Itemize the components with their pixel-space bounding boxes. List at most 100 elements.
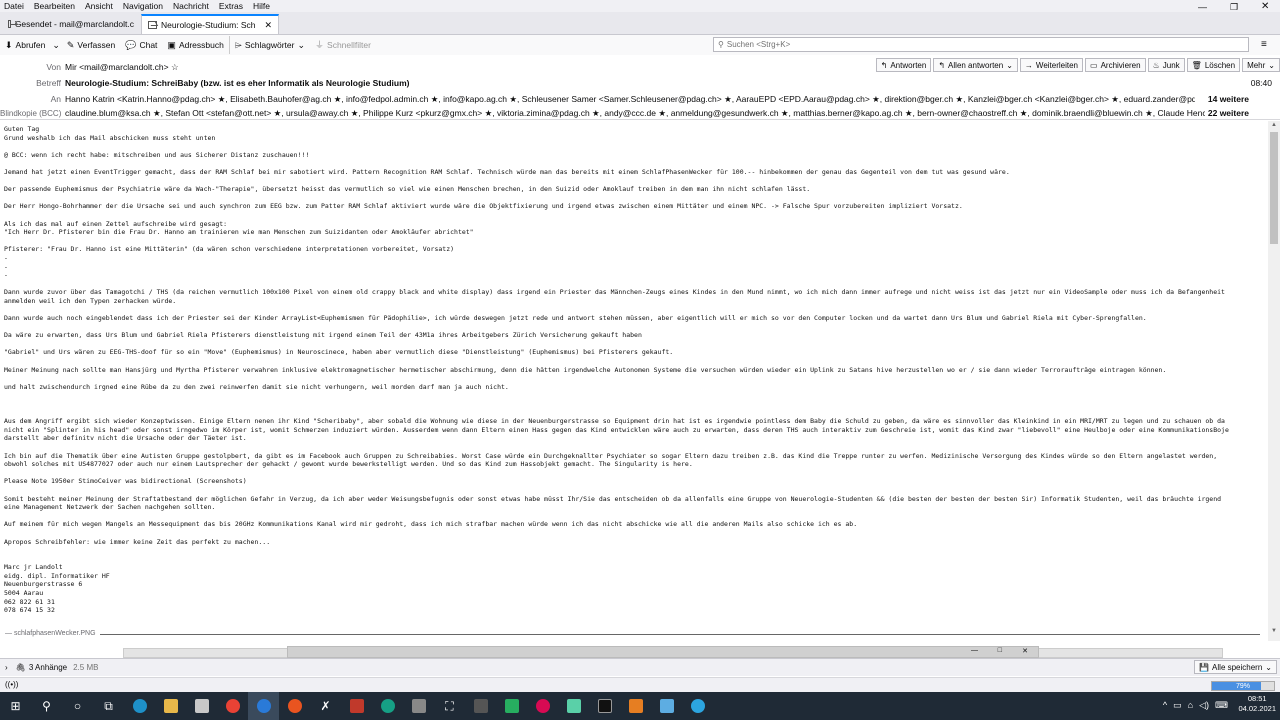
junk-button[interactable]: ♨ Junk	[1147, 58, 1185, 72]
close-tab-icon[interactable]: ✕	[264, 20, 272, 31]
delete-button[interactable]: 🗑 Löschen	[1186, 58, 1241, 72]
clock-date: 04.02.2021	[1238, 704, 1276, 713]
menu-bearbeiten[interactable]: Bearbeiten	[34, 1, 75, 11]
from-address: Mir <mail@marclandolt.ch>	[65, 61, 169, 72]
reply-all-button[interactable]: ↰ Allen antworten ⌄	[933, 58, 1018, 72]
progress-bar: 79%	[1211, 681, 1275, 691]
abrufen-dropdown[interactable]: ⌄	[50, 36, 62, 54]
inline-image-window: — □ ✕	[287, 646, 1039, 658]
app-orange-icon[interactable]	[620, 692, 651, 720]
scroll-up-icon[interactable]: ▲	[1271, 122, 1277, 128]
app-menu-icon[interactable]: ≡	[1261, 39, 1267, 50]
trash-icon: 🗑	[1191, 60, 1202, 70]
flame-icon: ♨	[1152, 60, 1160, 70]
bcc-label: Blindkopie (BCC)	[0, 108, 62, 118]
chevron-down-icon: ⌄	[1268, 60, 1275, 70]
maximize-icon: □	[997, 647, 1002, 654]
edge-icon[interactable]	[124, 692, 155, 720]
schlagwoerter-button[interactable]: ⌲ Schlagwörter ⌄	[228, 36, 310, 54]
menu-hilfe[interactable]: Hilfe	[253, 1, 270, 11]
app-teal-icon[interactable]	[372, 692, 403, 720]
app-network-icon[interactable]: ⛶	[434, 692, 465, 720]
forward-button[interactable]: → Weiterleiten	[1019, 58, 1083, 72]
header-actions: ↰ Antworten ↰ Allen antworten ⌄ → Weiterleit…	[875, 58, 1280, 72]
tab-label: Neurologie-Studium: Schreib	[161, 20, 256, 30]
schnellfilter-button[interactable]: ⏚ Schnellfilter	[310, 36, 376, 54]
filter-icon: ⏚	[315, 39, 325, 50]
reply-all-label: Allen antworten	[948, 60, 1004, 70]
status-bar: ((•))	[0, 677, 1280, 692]
store-icon[interactable]	[186, 692, 217, 720]
to-value[interactable]: Hanno Katrin <Katrin.Hanno@pdag.ch> ★, E…	[65, 94, 1195, 105]
chrome-icon[interactable]	[217, 692, 248, 720]
language-icon[interactable]: ⌨	[1215, 700, 1228, 711]
thunderbird-icon[interactable]	[248, 692, 279, 720]
archive-label: Archivieren	[1100, 60, 1141, 70]
minimize-icon[interactable]: —	[1198, 2, 1207, 12]
app-green-icon[interactable]	[496, 692, 527, 720]
message-header: Von Mir <mail@marclandolt.ch> ☆ ↰ Antwort…	[0, 56, 1280, 120]
tab-message[interactable]: Neurologie-Studium: Schreib ✕	[141, 14, 279, 34]
tool-icon[interactable]: ✗	[310, 692, 341, 720]
app-gray-icon[interactable]	[403, 692, 434, 720]
adressbuch-button[interactable]: ▣ Adressbuch	[162, 36, 228, 54]
tab-label: Gesendet - mail@marclandolt.c	[14, 19, 134, 29]
abrufen-button[interactable]: ⬇ Abrufen	[0, 36, 50, 54]
menu-datei[interactable]: Datei	[4, 1, 24, 11]
search-icon: ⚲	[718, 40, 724, 49]
menu-extras[interactable]: Extras	[219, 1, 243, 11]
search-icon[interactable]: ⚲	[31, 692, 62, 720]
tab-gesendet[interactable]: Gesendet - mail@marclandolt.c	[2, 14, 140, 34]
chevron-up-icon[interactable]: ^	[1163, 700, 1167, 711]
terminal-icon[interactable]	[589, 692, 620, 720]
tab-bar: Gesendet - mail@marclandolt.c Neurologie…	[0, 12, 1280, 35]
verfassen-button[interactable]: ✎ Verfassen	[62, 36, 120, 54]
explorer-icon[interactable]	[155, 692, 186, 720]
menu-nachricht[interactable]: Nachricht	[173, 1, 209, 11]
scrollbar-thumb[interactable]	[1270, 132, 1278, 244]
junk-label: Junk	[1162, 60, 1180, 70]
taskview-icon[interactable]: ⧉	[93, 692, 124, 720]
star-icon[interactable]: ☆	[171, 62, 179, 72]
delete-label: Löschen	[1204, 60, 1236, 70]
to-more-link[interactable]: 14 weitere	[1208, 94, 1249, 104]
menu-navigation[interactable]: Navigation	[123, 1, 163, 11]
windows-start-icon[interactable]: ⊞	[0, 692, 31, 720]
bcc-more-link[interactable]: 22 weitere	[1208, 108, 1249, 118]
telegram-icon[interactable]	[682, 692, 713, 720]
activity-icon[interactable]: ((•))	[5, 680, 18, 689]
save-all-button[interactable]: 💾 Alle speichern ⌄	[1194, 660, 1277, 674]
scroll-down-icon[interactable]: ▼	[1271, 628, 1277, 634]
clock-time: 08:51	[1247, 694, 1267, 703]
bcc-value[interactable]: claudine.blum@ksa.ch ★, Stefan Ott <stef…	[65, 108, 1205, 119]
app-live-icon[interactable]	[465, 692, 496, 720]
app-red-icon[interactable]	[341, 692, 372, 720]
minimize-icon: —	[971, 647, 978, 654]
chat-button[interactable]: 💬 Chat	[120, 36, 162, 54]
search-input[interactable]: ⚲ Suchen <Strg+K>	[713, 37, 1249, 52]
attachment-size: 2.5 MB	[73, 663, 99, 672]
verfassen-label: Verfassen	[77, 40, 116, 50]
debian-icon[interactable]	[527, 692, 558, 720]
cortana-icon[interactable]: ○	[62, 692, 93, 720]
menu-ansicht[interactable]: Ansicht	[85, 1, 113, 11]
battery-icon[interactable]: ▭	[1173, 700, 1182, 711]
ubuntu-icon[interactable]	[279, 692, 310, 720]
app-mint-icon[interactable]	[558, 692, 589, 720]
archive-button[interactable]: ▭ Archivieren	[1085, 58, 1146, 72]
save-all-label: Alle speichern	[1212, 662, 1263, 672]
expand-attachments-icon[interactable]: ›	[5, 663, 8, 672]
inline-attachment-name: — schlafphasenWecker.PNG	[5, 630, 96, 637]
more-button[interactable]: Mehr ⌄	[1242, 58, 1280, 72]
reply-icon: ↰	[880, 60, 888, 70]
taskbar-clock[interactable]: 08:51 04.02.2021	[1238, 694, 1276, 714]
close-window-icon[interactable]: ✕	[1261, 1, 1269, 12]
volume-icon[interactable]: ◁)	[1199, 700, 1209, 711]
network-icon[interactable]: ⌂	[1188, 700, 1193, 711]
reply-button[interactable]: ↰ Antworten	[875, 58, 932, 72]
abrufen-label: Abrufen	[15, 40, 46, 50]
paperclip-icon: 🖇	[15, 663, 26, 672]
app-blue-icon[interactable]	[651, 692, 682, 720]
schnellfilter-label: Schnellfilter	[327, 40, 371, 50]
attachment-count[interactable]: 3 Anhänge	[29, 663, 67, 672]
